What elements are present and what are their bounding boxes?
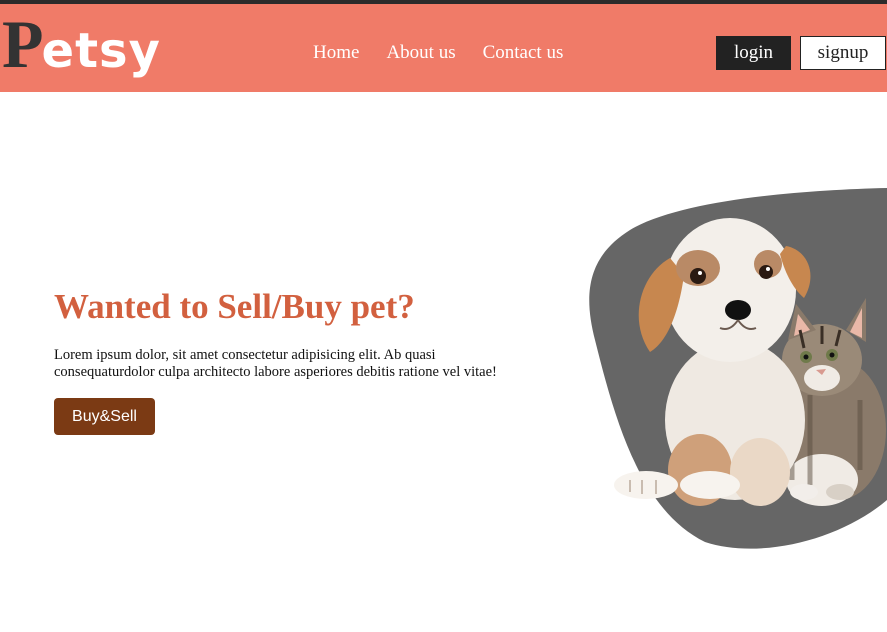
main-nav: Home About us Contact us [313,42,563,64]
nav-link-about[interactable]: About us [386,42,455,64]
login-button[interactable]: login [716,36,791,70]
nav-link-home[interactable]: Home [313,42,359,64]
nav-link-contact[interactable]: Contact us [483,42,564,64]
signup-button[interactable]: signup [800,36,886,70]
logo-text: etsy [41,23,161,79]
brand-logo[interactable]: P etsy [2,10,161,86]
puppy-and-kitten-illustration [589,188,887,549]
hero-description: Lorem ipsum dolor, sit amet consectetur … [54,347,497,380]
site-header: P etsy Home About us Contact us login si… [0,4,887,92]
hero-title: Wanted to Sell/Buy pet? [54,287,415,326]
logo-initial: P [2,6,44,82]
buy-sell-button[interactable]: Buy&Sell [54,398,155,435]
